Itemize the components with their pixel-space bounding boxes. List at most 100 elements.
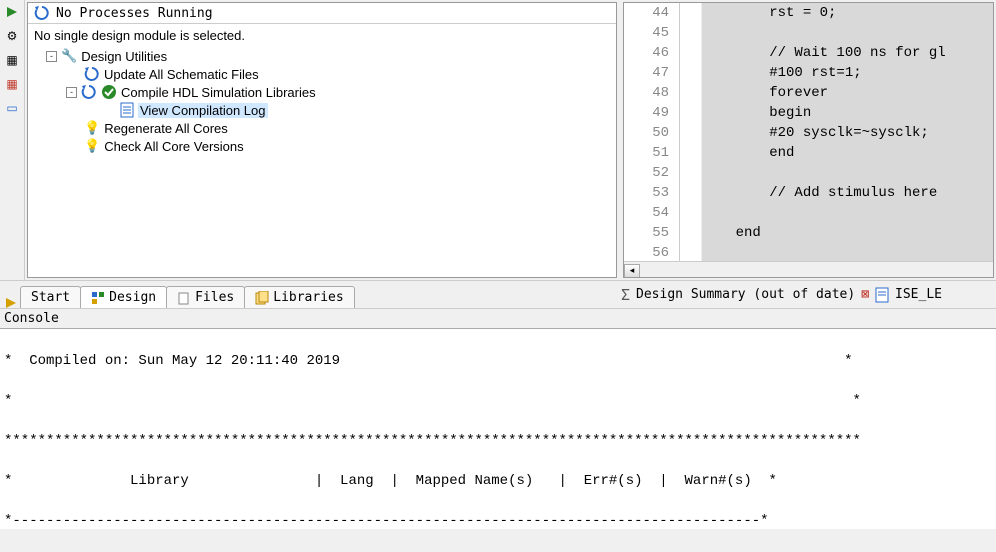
- tab-libraries[interactable]: Libraries: [244, 286, 354, 308]
- tab-files[interactable]: Files: [166, 286, 245, 308]
- left-toolbar: ⚙ ▦ ▦ ▭: [0, 0, 25, 280]
- document-icon: [120, 102, 134, 118]
- cycle-icon: [84, 66, 100, 82]
- scroll-left-icon[interactable]: ◂: [624, 264, 640, 278]
- left-tabs: Start Design Files Libraries: [0, 281, 615, 308]
- gutter: [680, 3, 702, 23]
- tab-design[interactable]: Design: [80, 286, 167, 308]
- line-number: 50: [624, 123, 680, 143]
- code-text: [702, 23, 993, 43]
- code-text: // Add stimulus here: [702, 183, 993, 203]
- no-module-message: No single design module is selected.: [34, 28, 610, 43]
- tab-strip: Start Design Files Libraries Σ Design Su…: [0, 280, 996, 308]
- document-icon: [875, 287, 889, 303]
- process-header: No Processes Running: [28, 3, 616, 24]
- code-text: [702, 203, 993, 223]
- code-text: // Wait 100 ns for gl: [702, 43, 993, 63]
- refresh-icon[interactable]: [34, 5, 50, 21]
- cycle-icon: [81, 84, 97, 100]
- console-line: ****************************************…: [4, 431, 992, 451]
- console-line: * Library | Lang | Mapped Name(s) | Err#…: [4, 471, 992, 491]
- run-icon[interactable]: [4, 4, 20, 20]
- code-text: rst = 0;: [702, 3, 993, 23]
- code-line[interactable]: 52: [624, 163, 993, 183]
- console-line: * *: [4, 391, 992, 411]
- tree-item-compile-hdl[interactable]: - Compile HDL Simulation Libraries: [66, 83, 610, 101]
- console-header: Console: [0, 308, 996, 329]
- right-tabs: Σ Design Summary (out of date) ⊠ ISE_LE: [615, 286, 996, 304]
- tree-root[interactable]: - 🔧 Design Utilities: [46, 47, 610, 65]
- line-number: 52: [624, 163, 680, 183]
- gutter: [680, 243, 702, 263]
- tree-item-label: Compile HDL Simulation Libraries: [121, 85, 316, 100]
- libraries-icon: [255, 291, 269, 305]
- tab-arrow-icon[interactable]: [2, 298, 20, 308]
- code-text: #20 sysclk=~sysclk;: [702, 123, 993, 143]
- tool-icon-1[interactable]: ⚙: [4, 28, 20, 44]
- line-number: 48: [624, 83, 680, 103]
- tree-item-update-schematic[interactable]: Update All Schematic Files: [84, 65, 610, 83]
- code-line[interactable]: 48 forever: [624, 83, 993, 103]
- tool-icon-2[interactable]: ▦: [4, 52, 20, 68]
- code-text: #100 rst=1;: [702, 63, 993, 83]
- sigma-icon[interactable]: Σ: [621, 286, 630, 304]
- code-line[interactable]: 46 // Wait 100 ns for gl: [624, 43, 993, 63]
- code-text: [702, 163, 993, 183]
- line-number: 53: [624, 183, 680, 203]
- expand-toggle-icon[interactable]: -: [66, 87, 77, 98]
- line-number: 55: [624, 223, 680, 243]
- tool-icon-3[interactable]: ▦: [4, 76, 20, 92]
- design-summary-label[interactable]: Design Summary (out of date): [636, 287, 855, 302]
- code-text: [702, 243, 993, 263]
- file-tab-label[interactable]: ISE_LE: [895, 287, 942, 302]
- code-line[interactable]: 56: [624, 243, 993, 263]
- tree-root-label: Design Utilities: [81, 49, 167, 64]
- code-editor[interactable]: 44 rst = 0;4546 // Wait 100 ns for gl47 …: [623, 2, 994, 278]
- tool-icon-4[interactable]: ▭: [4, 100, 20, 116]
- code-text: begin: [702, 103, 993, 123]
- tree-item-regenerate[interactable]: 💡 Regenerate All Cores: [84, 119, 610, 137]
- line-number: 49: [624, 103, 680, 123]
- horizontal-scrollbar[interactable]: ◂: [624, 261, 993, 277]
- files-icon: [177, 291, 191, 305]
- line-number: 56: [624, 243, 680, 263]
- code-line[interactable]: 53 // Add stimulus here: [624, 183, 993, 203]
- gutter: [680, 83, 702, 103]
- tree-item-view-log[interactable]: View Compilation Log: [120, 101, 610, 119]
- gutter: [680, 123, 702, 143]
- line-number: 47: [624, 63, 680, 83]
- gutter: [680, 143, 702, 163]
- code-line[interactable]: 51 end: [624, 143, 993, 163]
- tree-item-label: Check All Core Versions: [104, 139, 243, 154]
- process-panel: No Processes Running No single design mo…: [27, 2, 617, 278]
- code-line[interactable]: 54: [624, 203, 993, 223]
- code-line[interactable]: 44 rst = 0;: [624, 3, 993, 23]
- tree-item-check-versions[interactable]: 💡 Check All Core Versions: [84, 137, 610, 155]
- tree-item-label: Update All Schematic Files: [104, 67, 259, 82]
- tab-label: Files: [195, 290, 234, 305]
- gutter: [680, 23, 702, 43]
- expand-toggle-icon[interactable]: -: [46, 51, 57, 62]
- wrench-icon: 🔧: [61, 48, 77, 64]
- code-line[interactable]: 45: [624, 23, 993, 43]
- line-number: 44: [624, 3, 680, 23]
- code-line[interactable]: 49 begin: [624, 103, 993, 123]
- console-line: * Compiled on: Sun May 12 20:11:40 2019 …: [4, 351, 992, 371]
- line-number: 46: [624, 43, 680, 63]
- tab-label: Libraries: [273, 290, 343, 305]
- code-line[interactable]: 50 #20 sysclk=~sysclk;: [624, 123, 993, 143]
- close-icon[interactable]: ⊠: [861, 287, 869, 302]
- code-line[interactable]: 47 #100 rst=1;: [624, 63, 993, 83]
- gutter: [680, 223, 702, 243]
- tab-label: Design: [109, 290, 156, 305]
- tab-label: Start: [31, 290, 70, 305]
- check-icon: [101, 84, 117, 100]
- tab-start[interactable]: Start: [20, 286, 81, 308]
- gutter: [680, 203, 702, 223]
- console-line: *---------------------------------------…: [4, 511, 992, 529]
- code-text: end: [702, 223, 993, 243]
- console-output[interactable]: * Compiled on: Sun May 12 20:11:40 2019 …: [0, 329, 996, 529]
- code-line[interactable]: 55 end: [624, 223, 993, 243]
- gutter: [680, 103, 702, 123]
- gutter: [680, 43, 702, 63]
